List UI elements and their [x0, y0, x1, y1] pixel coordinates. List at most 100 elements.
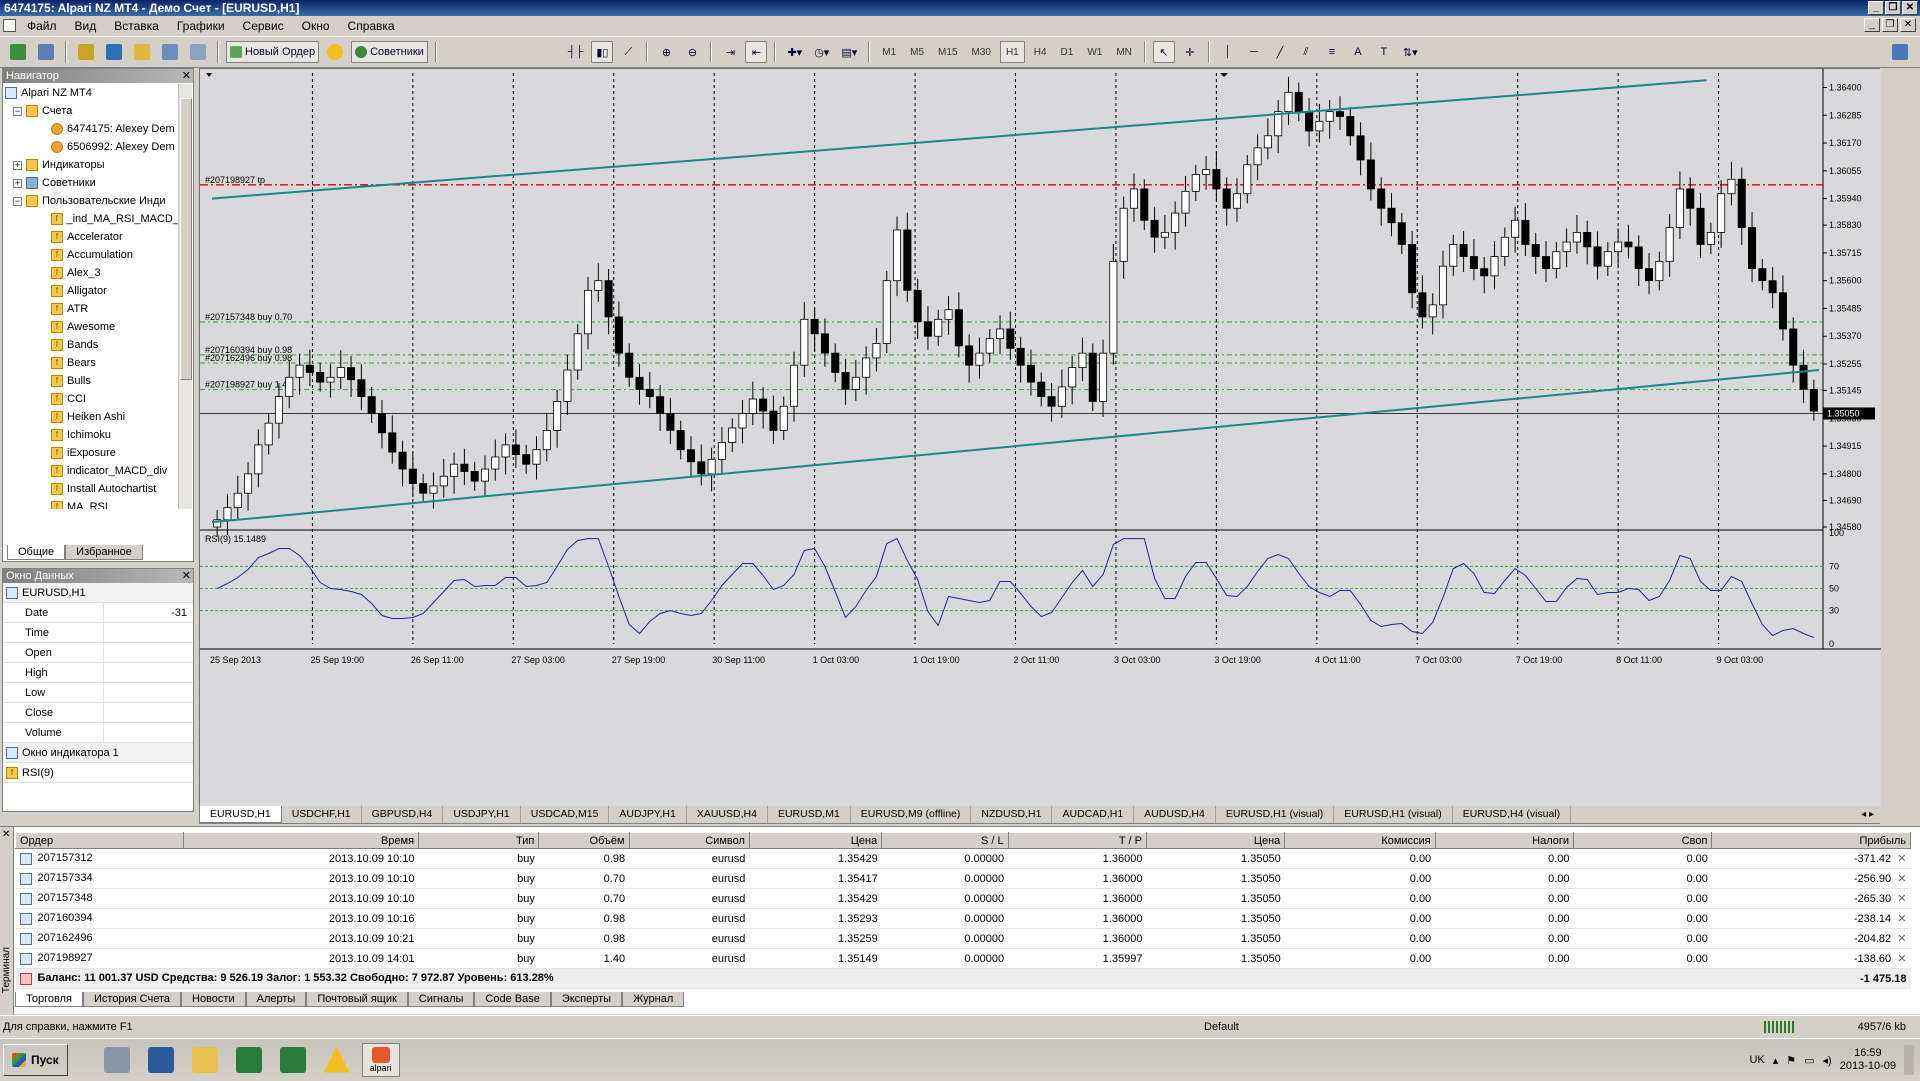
- terminal-tab[interactable]: Эксперты: [550, 992, 623, 1007]
- tf-w1[interactable]: W1: [1082, 47, 1107, 58]
- order-row[interactable]: 207160394 2013.10.09 10:16 buy 0.98 eurusd 1.…: [15, 908, 1911, 929]
- tree-indicator-item[interactable]: f Accelerator: [5, 228, 179, 246]
- trendline-icon[interactable]: ╱: [1269, 41, 1291, 63]
- column-header[interactable]: Цена: [748, 832, 883, 849]
- menu-tools[interactable]: Сервис: [234, 19, 293, 33]
- excel-icon[interactable]: [230, 1043, 268, 1077]
- order-row[interactable]: 207157334 2013.10.09 10:10 buy 0.70 eurusd 1.…: [15, 868, 1911, 889]
- terminal-tab[interactable]: Новости: [181, 992, 246, 1007]
- navigator-close-icon[interactable]: ✕: [182, 69, 191, 83]
- menu-view[interactable]: Вид: [66, 19, 106, 33]
- tree-indicator-item[interactable]: f iExposure: [5, 444, 179, 462]
- clock[interactable]: 16:59 2013-10-09: [1840, 1047, 1896, 1073]
- tf-m30[interactable]: M30: [967, 47, 996, 58]
- tree-root[interactable]: Alpari NZ MT4: [5, 84, 179, 102]
- navigator-scrollbar[interactable]: [178, 84, 192, 509]
- chart-tab[interactable]: USDCHF,H1: [282, 806, 362, 823]
- chart-tab[interactable]: EURUSD,M1: [768, 806, 851, 823]
- expand-icon[interactable]: +: [13, 160, 22, 170]
- expand-icon[interactable]: +: [13, 178, 22, 188]
- chart-tab[interactable]: EURUSD,H4 (visual): [1453, 806, 1572, 823]
- strategy-tester-icon[interactable]: [186, 41, 210, 63]
- tree-indicator-item[interactable]: f Bears: [5, 354, 179, 372]
- order-row[interactable]: 207157312 2013.10.09 10:10 buy 0.98 eurusd 1.…: [15, 848, 1911, 869]
- close-icon[interactable]: ✕: [1902, 1, 1918, 15]
- minimize-icon[interactable]: _: [1868, 1, 1884, 15]
- experts-button[interactable]: Советники: [351, 41, 428, 63]
- tree-indicator-item[interactable]: f Alex_3: [5, 264, 179, 282]
- column-header[interactable]: Цена: [1145, 832, 1286, 849]
- tray-expand-icon[interactable]: ▴: [1773, 1054, 1779, 1067]
- start-button[interactable]: Пуск: [3, 1043, 68, 1076]
- tree-indicators[interactable]: + Индикаторы: [5, 156, 179, 174]
- menu-charts[interactable]: Графики: [168, 19, 234, 33]
- chart-tab[interactable]: EURUSD,H1 (visual): [1216, 806, 1335, 823]
- close-order-icon[interactable]: ✕: [1897, 873, 1906, 885]
- column-header[interactable]: Ордер: [14, 832, 185, 849]
- text-label-icon[interactable]: T: [1373, 41, 1395, 63]
- column-header[interactable]: Символ: [628, 832, 750, 849]
- chart-tab[interactable]: AUDCAD,H1: [1052, 806, 1135, 823]
- tf-h1[interactable]: H1: [999, 41, 1025, 63]
- column-header[interactable]: T / P: [1007, 832, 1147, 849]
- tab-scroll-icon[interactable]: ◂ ▸: [1861, 809, 1880, 820]
- zoom-in-icon[interactable]: ⊕: [655, 41, 677, 63]
- terminal-tab[interactable]: Почтовый ящик: [306, 992, 408, 1007]
- explorer-icon[interactable]: [186, 1043, 224, 1077]
- chart-tab[interactable]: USDJPY,H1: [443, 806, 521, 823]
- price-chart[interactable]: 25 Sep 2013 25 Sep 19:00 26 Sep 11:00 27 Se…: [200, 69, 1881, 807]
- column-header[interactable]: Прибыль: [1711, 832, 1911, 849]
- close-order-icon[interactable]: ✕: [1897, 953, 1906, 965]
- tree-custom-indicators[interactable]: − Пользовательские Инди: [5, 192, 179, 210]
- tree-account-1[interactable]: 6474175: Alexey Dem: [5, 120, 179, 138]
- horizontal-line-icon[interactable]: ─: [1243, 41, 1265, 63]
- periods-icon[interactable]: ◷▾: [810, 41, 833, 63]
- terminal-tab[interactable]: Алерты: [245, 992, 307, 1007]
- tf-mn[interactable]: MN: [1111, 47, 1137, 58]
- tf-d1[interactable]: D1: [1056, 47, 1079, 58]
- tf-m5[interactable]: M5: [905, 47, 929, 58]
- arrows-icon[interactable]: ⇅▾: [1399, 41, 1422, 63]
- tree-indicator-item[interactable]: f Install Autochartist: [5, 480, 179, 498]
- chart-shift-icon[interactable]: ⇤: [745, 41, 768, 63]
- tree-indicator-item[interactable]: f MA_RSI: [5, 498, 179, 509]
- chart-tab[interactable]: USDCAD,M15: [521, 806, 610, 823]
- warning-icon[interactable]: [318, 1043, 356, 1077]
- app-icon[interactable]: [3, 19, 16, 32]
- close-order-icon[interactable]: ✕: [1897, 933, 1906, 945]
- vertical-line-icon[interactable]: │: [1217, 41, 1239, 63]
- tree-indicator-item[interactable]: f indicator_MACD_div: [5, 462, 179, 480]
- title-bar[interactable]: 6474175: Alpari NZ MT4 - Демо Счет - [EU…: [0, 0, 1920, 16]
- terminal-tab[interactable]: Торговля: [15, 992, 83, 1007]
- tree-indicator-item[interactable]: f Bands: [5, 336, 179, 354]
- menu-window[interactable]: Окно: [293, 19, 339, 33]
- tree-indicator-item[interactable]: f Alligator: [5, 282, 179, 300]
- tree-indicator-item[interactable]: f _ind_MA_RSI_MACD_: [5, 210, 179, 228]
- chart-tab[interactable]: XAUUSD,H4: [687, 806, 768, 823]
- tf-m15[interactable]: M15: [933, 47, 962, 58]
- menu-file[interactable]: Файл: [18, 19, 66, 33]
- terminal-tab[interactable]: История Счета: [82, 992, 182, 1007]
- templates-icon[interactable]: ▤▾: [837, 41, 861, 63]
- line-chart-icon[interactable]: ⟋: [617, 41, 639, 63]
- chart-tab[interactable]: NZDUSD,H1: [971, 806, 1053, 823]
- network-tool-icon[interactable]: [98, 1043, 136, 1077]
- chart-tab[interactable]: EURUSD,H1 (visual): [1334, 806, 1453, 823]
- chart-tab[interactable]: EURUSD,M9 (offline): [851, 806, 972, 823]
- text-icon[interactable]: A: [1347, 41, 1369, 63]
- terminal-tab[interactable]: Журнал: [622, 992, 685, 1007]
- crosshair-icon[interactable]: ✛: [1179, 41, 1201, 63]
- tree-account-2[interactable]: 6506992: Alexey Dem: [5, 138, 179, 156]
- network-icon[interactable]: ▭: [1804, 1054, 1814, 1067]
- order-row[interactable]: 207157348 2013.10.09 10:10 buy 0.70 eurusd 1.…: [15, 888, 1911, 909]
- mdi-restore-icon[interactable]: ❐: [1882, 18, 1898, 32]
- navigator-icon[interactable]: [130, 41, 154, 63]
- tree-indicator-item[interactable]: f Ichimoku: [5, 426, 179, 444]
- powershell-icon[interactable]: [142, 1043, 180, 1077]
- terminal-icon[interactable]: [158, 41, 182, 63]
- order-row[interactable]: 207162496 2013.10.09 10:21 buy 0.98 eurusd 1.…: [15, 928, 1911, 949]
- autoscroll-icon[interactable]: ⇥: [719, 41, 741, 63]
- chart-tab[interactable]: AUDJPY,H1: [609, 806, 687, 823]
- tree-indicator-item[interactable]: f ATR: [5, 300, 179, 318]
- tf-h4[interactable]: H4: [1029, 47, 1052, 58]
